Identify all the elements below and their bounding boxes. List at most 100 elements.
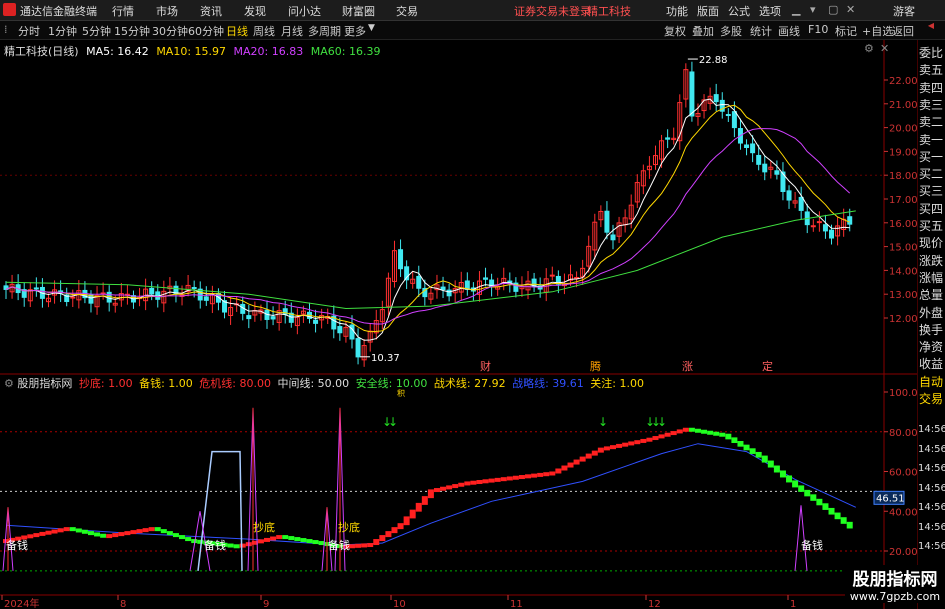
- menu-wenxiaoda[interactable]: 问小达: [288, 3, 321, 19]
- menu-xuanxiang[interactable]: 选项: [759, 3, 781, 19]
- candle-body: [398, 249, 404, 270]
- period-30min[interactable]: 30分钟: [152, 23, 188, 39]
- tactic-bar: [658, 434, 665, 439]
- login-warning[interactable]: 证券交易未登录: [514, 3, 591, 19]
- restore-icon[interactable]: ▢: [828, 3, 838, 16]
- period-5min[interactable]: 5分钟: [82, 23, 111, 39]
- period-60min[interactable]: 60分钟: [188, 23, 224, 39]
- tactic-bar: [476, 480, 483, 485]
- btn-huaxian[interactable]: 画线: [778, 23, 800, 39]
- side-item: 买四: [919, 201, 944, 216]
- tactic-bar: [834, 512, 841, 520]
- candle-body: [440, 286, 446, 291]
- tactic-bar: [500, 477, 507, 482]
- candle-body: [810, 225, 816, 228]
- legend-zhongjian: 中间线: 50.00: [277, 377, 350, 390]
- menu-shichang[interactable]: 市场: [156, 3, 178, 19]
- beiqian-label: 备钱: [204, 538, 226, 552]
- tactic-bar: [603, 446, 610, 451]
- tactic-bar: [828, 507, 835, 515]
- menu-caifuquan[interactable]: 财富圈: [342, 3, 375, 19]
- chart-close-icon[interactable]: ✕: [880, 42, 889, 55]
- btn-f10[interactable]: F10: [808, 23, 828, 36]
- watermark-line1: 股朋指标网: [852, 570, 938, 590]
- legend-anquan: 安全线: 10.00: [355, 377, 428, 390]
- btn-fanhui[interactable]: 返回: [892, 23, 914, 39]
- btn-zixuan[interactable]: +自选: [862, 23, 893, 39]
- candle-body: [349, 324, 355, 340]
- btn-tongji[interactable]: 统计: [750, 23, 772, 39]
- menu-gongshi[interactable]: 公式: [728, 3, 750, 19]
- side-item: 委比: [919, 46, 944, 60]
- tactic-bar: [537, 472, 544, 477]
- tactic-bar: [634, 440, 641, 445]
- btn-diejia[interactable]: 叠加: [692, 23, 714, 39]
- period-fenshi[interactable]: 分时: [18, 23, 40, 39]
- tactic-bar: [440, 486, 447, 491]
- tactic-bar: [355, 543, 362, 548]
- period-multi[interactable]: 多周期: [308, 23, 341, 39]
- candle-body: [744, 144, 750, 149]
- kline-chart[interactable]: 22.8810.37财腾涨定 ↓↓ ↓ ↓↓↓积抄底 抄底备钱 备钱 备钱 备钱 22.00…: [0, 40, 917, 609]
- menu-icon[interactable]: ▾: [810, 3, 816, 16]
- tactic-bar: [197, 539, 204, 544]
- tactic-bar: [106, 534, 113, 539]
- settings-gear-icon[interactable]: ⚙: [864, 42, 874, 55]
- main-ytick-label: 13.00: [889, 290, 917, 301]
- guest-label[interactable]: 游客: [893, 3, 915, 19]
- period-1min[interactable]: 1分钟: [48, 23, 77, 39]
- tactic-bar: [470, 480, 477, 485]
- main-ytick-label: 18.00: [889, 171, 917, 182]
- side-item[interactable]: 自动: [919, 375, 943, 389]
- candle-body: [70, 296, 76, 299]
- indicator-settings-icon[interactable]: ⚙: [4, 377, 14, 390]
- tactic-bar: [458, 482, 465, 487]
- candlestick-series: 22.88 10.37 财 腾 涨 定: [3, 55, 853, 373]
- btn-duogu[interactable]: 多股: [720, 23, 742, 39]
- btn-biaoji[interactable]: 标记: [835, 23, 857, 39]
- tactic-bar: [682, 427, 689, 432]
- menu-zixun[interactable]: 资讯: [200, 3, 222, 19]
- xtick-label: 10: [393, 599, 406, 609]
- period-more[interactable]: 更多: [344, 23, 366, 39]
- title-bar: 通达信金融终端 行情 市场 资讯 发现 问小达 财富圈 交易 证券交易未登录 精…: [0, 0, 945, 21]
- tactic-bar: [185, 537, 192, 542]
- period-week[interactable]: 周线: [253, 23, 275, 39]
- close-icon[interactable]: ✕: [846, 3, 855, 16]
- sub-ytick-label: 100.0: [889, 388, 917, 399]
- side-collapse-icon[interactable]: ◀: [928, 21, 934, 30]
- ma20-label: MA20: 16.83: [233, 45, 304, 58]
- period-day[interactable]: 日线: [226, 23, 248, 39]
- tactic-bar: [118, 532, 125, 537]
- tactic-bar: [69, 527, 76, 532]
- main-ytick-label: 22.00: [889, 76, 917, 87]
- side-panel-header: ◀: [917, 21, 945, 40]
- minimize-icon[interactable]: ▁: [792, 3, 800, 16]
- menu-jiaoyi[interactable]: 交易: [396, 3, 418, 19]
- candle-body: [483, 277, 489, 280]
- tactic-bar: [737, 441, 744, 447]
- tactic-bar: [749, 448, 756, 454]
- btn-fuquan[interactable]: 复权: [664, 23, 686, 39]
- side-time-label: 14:56: [918, 541, 945, 552]
- side-item[interactable]: 交易: [919, 392, 943, 406]
- tactic-bar: [810, 494, 817, 501]
- app-name: 通达信金融终端: [20, 5, 97, 18]
- side-item: 卖一: [919, 132, 944, 147]
- period-15min[interactable]: 15分钟: [114, 23, 150, 39]
- period-month[interactable]: 月线: [281, 23, 303, 39]
- candle-body: [822, 224, 828, 232]
- side-item: 卖三: [919, 97, 944, 112]
- tactic-bar: [822, 503, 829, 510]
- menu-faxian[interactable]: 发现: [244, 3, 266, 19]
- tactic-bar: [257, 539, 264, 544]
- side-time-label: 14:56: [918, 463, 945, 474]
- menu-hangqing[interactable]: 行情: [112, 3, 134, 19]
- legend-guanzhu: 关注: 1.00: [590, 377, 644, 390]
- tactic-bar: [45, 530, 52, 535]
- menu-banmian[interactable]: 版面: [697, 3, 719, 19]
- menu-gongneng[interactable]: 功能: [666, 3, 688, 19]
- candle-body: [416, 275, 422, 289]
- main-ytick-label: 17.00: [889, 195, 917, 206]
- more-dropdown-icon[interactable]: ▼: [368, 23, 375, 33]
